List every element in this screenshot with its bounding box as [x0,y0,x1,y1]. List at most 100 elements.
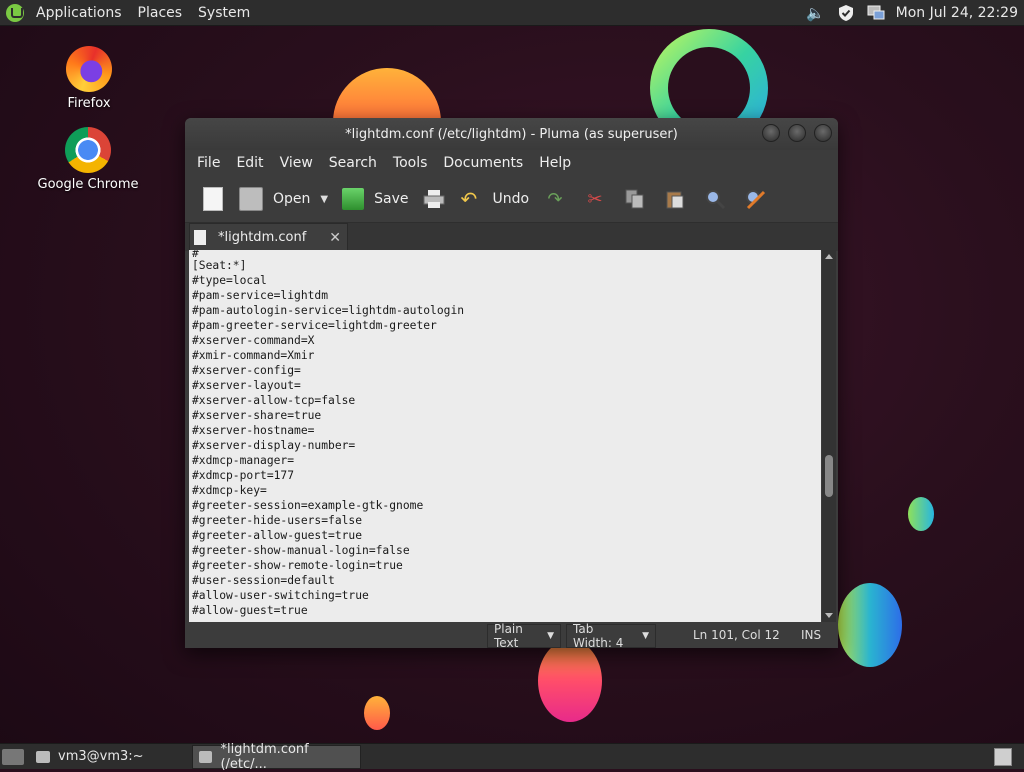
editor-line[interactable]: #xserver-hostname= [192,423,821,438]
vertical-scrollbar[interactable] [822,250,836,622]
tab-close-icon[interactable]: ✕ [329,230,341,246]
taskbar-item-label: *lightdm.conf (/etc/... [220,741,309,772]
document-icon [194,230,206,245]
network-icon[interactable] [866,4,886,22]
editor-line[interactable]: #pam-service=lightdm [192,288,821,303]
editor-line[interactable]: #allow-user-switching=true [192,588,821,603]
editor-line[interactable]: #xdmcp-manager= [192,453,821,468]
editor-line[interactable]: #xmir-command=Xmir [192,348,821,363]
clock[interactable]: Mon Jul 24, 22:29 [896,5,1018,21]
new-document-icon [203,187,223,211]
menu-logo-icon[interactable] [6,3,24,22]
open-recent-dropdown[interactable]: ▼ [320,194,328,205]
menu-view[interactable]: View [272,155,321,171]
minimize-button[interactable] [762,124,780,142]
editor-line[interactable]: #xserver-config= [192,363,821,378]
scroll-up-icon[interactable] [825,254,833,259]
editor-line[interactable]: #xserver-command=X [192,333,821,348]
copy-icon [625,189,644,209]
taskbar-item-terminal[interactable]: vm3@vm3:~ [30,746,192,768]
language-label: Plain Text [494,622,523,648]
text-editor[interactable]: # [Seat:*] #type=local #pam-service=lightdm… [189,250,821,622]
scroll-down-icon[interactable] [825,613,833,618]
editor-line[interactable]: #pam-greeter-service=lightdm-greeter [192,318,821,333]
menu-edit[interactable]: Edit [228,155,271,171]
cursor-position: Ln 101, Col 12 [693,628,780,642]
wallpaper-shape [908,497,934,531]
menu-places[interactable]: Places [130,5,191,21]
window-controls [762,124,832,142]
search-icon [706,190,726,210]
editor-line[interactable]: #greeter-hide-users=false [192,513,821,528]
new-document-button[interactable] [200,186,226,212]
paste-button[interactable] [662,186,688,212]
find-button[interactable] [702,186,728,212]
editor-line[interactable]: #greeter-session=example-gtk-gnome [192,498,821,513]
editor-line[interactable]: #xdmcp-key= [192,483,821,498]
cut-button[interactable]: ✂ [582,186,608,212]
desktop-icon-chrome[interactable]: Google Chrome [33,127,143,192]
taskbar-item-label: vm3@vm3:~ [58,749,144,764]
open-label: Open [273,191,311,207]
editor-line[interactable]: #greeter-show-manual-login=false [192,543,821,558]
menu-applications[interactable]: Applications [28,5,130,21]
window-title: *lightdm.conf (/etc/lightdm) - Pluma (as… [345,126,678,142]
copy-button[interactable] [622,186,648,212]
print-icon [423,190,445,208]
top-menu: Applications Places System [28,5,258,21]
taskbar-item-pluma[interactable]: *lightdm.conf (/etc/... [192,741,361,772]
editor-content[interactable]: # [Seat:*] #type=local #pam-service=lightdm… [189,250,821,618]
open-button[interactable]: Open [233,182,316,216]
menu-system[interactable]: System [190,5,258,21]
bottom-taskbar: vm3@vm3:~ *lightdm.conf (/etc/... [0,741,1024,772]
desktop-icon-firefox[interactable]: Firefox [34,46,144,111]
editor-line[interactable]: #allow-guest=true [192,603,821,618]
language-dropdown[interactable]: Plain Text ▼ [487,622,561,648]
menu-search[interactable]: Search [321,155,385,171]
tab-width-dropdown[interactable]: Tab Width: 4 ▼ [566,622,656,648]
close-button[interactable] [814,124,832,142]
editor-line[interactable]: #xserver-share=true [192,408,821,423]
save-button[interactable]: Save [336,182,414,216]
menu-documents[interactable]: Documents [435,155,531,171]
editor-line[interactable]: #type=local [192,273,821,288]
editor-line[interactable]: # [192,250,821,258]
firefox-icon [66,46,112,92]
undo-icon: ↶ [460,187,478,211]
editor-line[interactable]: #xdmcp-port=177 [192,468,821,483]
editor-line[interactable]: #xserver-allow-tcp=false [192,393,821,408]
scroll-thumb[interactable] [825,455,833,497]
show-desktop-icon[interactable] [2,748,24,765]
editor-line[interactable]: [Seat:*] [192,258,821,273]
terminal-icon [36,750,50,763]
wallpaper-shape [538,640,602,722]
shield-icon[interactable] [836,4,856,22]
chevron-down-icon: ▼ [547,631,554,641]
print-button[interactable] [421,186,447,212]
tab-label: *lightdm.conf [218,230,307,245]
editor-line[interactable]: #greeter-show-remote-login=true [192,558,821,573]
maximize-button[interactable] [788,124,806,142]
window-titlebar[interactable]: *lightdm.conf (/etc/lightdm) - Pluma (as… [185,118,838,150]
menu-help[interactable]: Help [531,155,579,171]
toolbar: Open ▼ Save ↶ Undo ↷ ✂ [185,176,838,223]
undo-button[interactable]: ↶ Undo [454,182,535,216]
editor-line[interactable]: #pam-autologin-service=lightdm-autologin [192,303,821,318]
save-label: Save [374,191,409,207]
editor-line[interactable]: #greeter-allow-guest=true [192,528,821,543]
volume-icon[interactable]: 🔈 [806,4,826,22]
desktop-icon-label: Google Chrome [37,177,139,192]
undo-label: Undo [492,191,530,207]
menu-tools[interactable]: Tools [385,155,436,171]
replace-button[interactable] [742,186,768,212]
redo-button[interactable]: ↷ [542,186,568,212]
editor-line[interactable]: #xserver-layout= [192,378,821,393]
open-icon [239,187,263,211]
workspace-switcher-icon[interactable] [994,747,1012,766]
editor-line[interactable]: #user-session=default [192,573,821,588]
tab-lightdm-conf[interactable]: *lightdm.conf ✕ [189,223,348,251]
menu-file[interactable]: File [189,155,228,171]
editor-line[interactable]: #xserver-display-number= [192,438,821,453]
wallpaper-shape [364,696,390,730]
top-panel: Applications Places System 🔈 Mon Jul 24,… [0,0,1024,26]
